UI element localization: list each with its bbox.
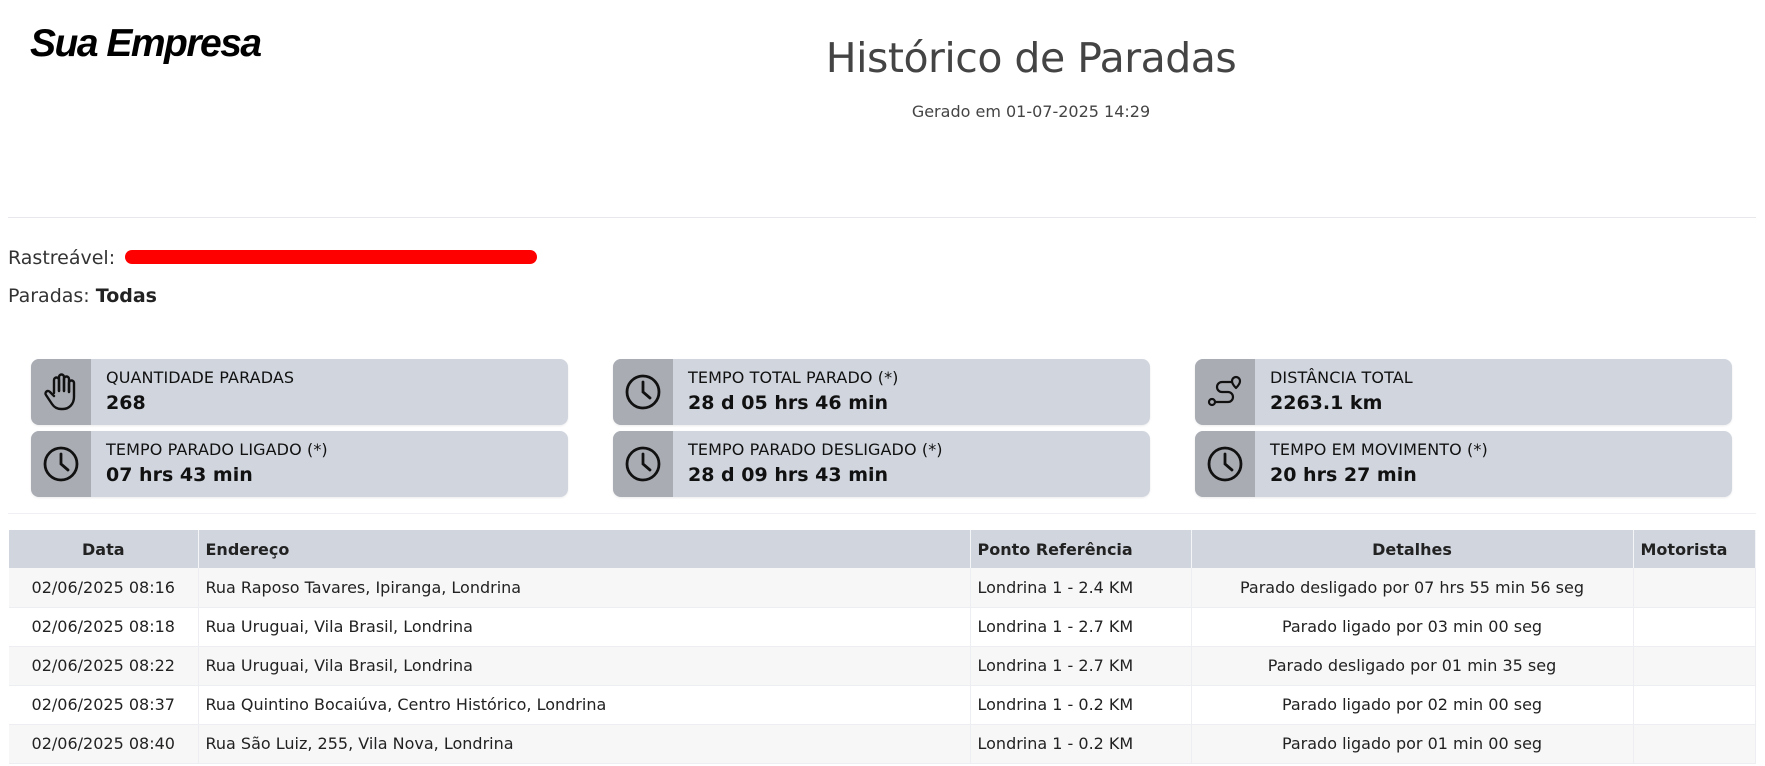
cell-date: 02/06/2025 08:37 xyxy=(9,685,199,725)
clock-icon xyxy=(31,431,91,497)
table-header-row: Data Endereço Ponto Referência Detalhes … xyxy=(9,530,1756,568)
card-total-distance: DISTÂNCIA TOTAL 2263.1 km xyxy=(1195,359,1732,425)
column-header-date: Data xyxy=(9,530,199,568)
card-stopped-on-time: TEMPO PARADO LIGADO (*) 07 hrs 43 min xyxy=(31,431,568,497)
clock-icon xyxy=(613,431,673,497)
column-header-address: Endereço xyxy=(198,530,971,568)
cell-date: 02/06/2025 08:18 xyxy=(9,607,199,647)
table-row: 02/06/2025 08:22 Rua Uruguai, Vila Brasi… xyxy=(9,646,1756,686)
cell-date: 02/06/2025 08:16 xyxy=(9,568,199,608)
card-label: QUANTIDADE PARADAS xyxy=(106,368,295,387)
table-row: 02/06/2025 08:40 Rua São Luiz, 255, Vila… xyxy=(9,724,1756,764)
cell-driver xyxy=(1633,607,1756,647)
cell-details: Parado ligado por 01 min 00 seg xyxy=(1191,724,1634,764)
stops-label: Paradas: xyxy=(8,285,90,307)
cell-reference: Londrina 1 - 2.4 KM xyxy=(970,568,1192,608)
table-row: 02/06/2025 08:16 Rua Raposo Tavares, Ipi… xyxy=(9,568,1756,608)
column-header-driver: Motorista xyxy=(1633,530,1756,568)
stops-value: Todas xyxy=(95,285,157,307)
card-value: 20 hrs 27 min xyxy=(1270,464,1417,486)
cell-reference: Londrina 1 - 2.7 KM xyxy=(970,607,1192,647)
card-value: 28 d 05 hrs 46 min xyxy=(688,392,889,414)
card-value: 28 d 09 hrs 43 min xyxy=(688,464,889,486)
card-value: 07 hrs 43 min xyxy=(106,464,253,486)
card-stop-count: QUANTIDADE PARADAS 268 xyxy=(31,359,568,425)
stops-filter-line: Paradas: Todas xyxy=(8,285,157,307)
trackable-line: Rastreável: xyxy=(8,247,538,269)
card-value: 2263.1 km xyxy=(1270,392,1383,414)
cell-address: Rua Uruguai, Vila Brasil, Londrina xyxy=(198,607,971,647)
card-label: TEMPO PARADO DESLIGADO (*) xyxy=(688,440,943,459)
cell-reference: Londrina 1 - 2.7 KM xyxy=(970,646,1192,686)
cell-reference: Londrina 1 - 0.2 KM xyxy=(970,685,1192,725)
cell-address: Rua Uruguai, Vila Brasil, Londrina xyxy=(198,646,971,686)
hand-icon xyxy=(31,359,91,425)
column-header-details: Detalhes xyxy=(1191,530,1634,568)
route-icon xyxy=(1195,359,1255,425)
cell-driver xyxy=(1633,568,1756,608)
clock-icon xyxy=(613,359,673,425)
cell-driver xyxy=(1633,724,1756,764)
card-label: DISTÂNCIA TOTAL xyxy=(1270,368,1413,387)
cell-driver xyxy=(1633,646,1756,686)
cell-details: Parado desligado por 07 hrs 55 min 56 se… xyxy=(1191,568,1634,608)
cell-driver xyxy=(1633,685,1756,725)
page-title: Histórico de Paradas xyxy=(825,34,1237,82)
table-row: 02/06/2025 08:37 Rua Quintino Bocaiúva, … xyxy=(9,685,1756,725)
cell-details: Parado ligado por 03 min 00 seg xyxy=(1191,607,1634,647)
card-label: TEMPO PARADO LIGADO (*) xyxy=(106,440,328,459)
generated-timestamp: Gerado em 01-07-2025 14:29 xyxy=(911,102,1151,121)
card-total-stopped-time: TEMPO TOTAL PARADO (*) 28 d 05 hrs 46 mi… xyxy=(613,359,1150,425)
cell-date: 02/06/2025 08:22 xyxy=(9,646,199,686)
table-row: 02/06/2025 08:18 Rua Uruguai, Vila Brasi… xyxy=(9,607,1756,647)
redaction-mark xyxy=(125,249,538,264)
cell-reference: Londrina 1 - 0.2 KM xyxy=(970,724,1192,764)
cell-details: Parado ligado por 02 min 00 seg xyxy=(1191,685,1634,725)
card-moving-time: TEMPO EM MOVIMENTO (*) 20 hrs 27 min xyxy=(1195,431,1732,497)
cell-date: 02/06/2025 08:40 xyxy=(9,724,199,764)
header-divider xyxy=(8,217,1756,218)
card-value: 268 xyxy=(106,392,146,414)
stops-table: Data Endereço Ponto Referência Detalhes … xyxy=(9,530,1756,764)
cell-address: Rua São Luiz, 255, Vila Nova, Londrina xyxy=(198,724,971,764)
cell-details: Parado desligado por 01 min 35 seg xyxy=(1191,646,1634,686)
trackable-label: Rastreável: xyxy=(8,247,116,269)
cards-divider xyxy=(8,513,1756,514)
summary-cards: QUANTIDADE PARADAS 268 TEMPO TOTAL PARAD… xyxy=(31,359,1732,497)
clock-icon xyxy=(1195,431,1255,497)
card-stopped-off-time: TEMPO PARADO DESLIGADO (*) 28 d 09 hrs 4… xyxy=(613,431,1150,497)
card-label: TEMPO TOTAL PARADO (*) xyxy=(688,368,899,387)
column-header-reference: Ponto Referência xyxy=(970,530,1192,568)
cell-address: Rua Raposo Tavares, Ipiranga, Londrina xyxy=(198,568,971,608)
cell-address: Rua Quintino Bocaiúva, Centro Histórico,… xyxy=(198,685,971,725)
card-label: TEMPO EM MOVIMENTO (*) xyxy=(1270,440,1488,459)
